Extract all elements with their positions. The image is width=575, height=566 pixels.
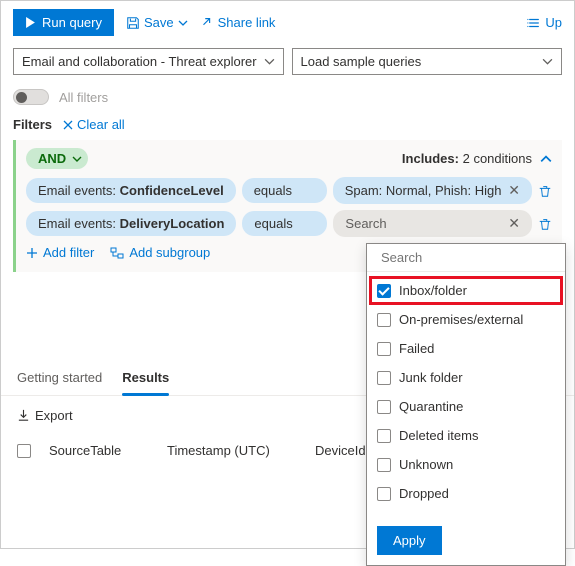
export-label: Export xyxy=(35,408,73,423)
clear-all-button[interactable]: Clear all xyxy=(62,117,125,132)
chevron-up-icon[interactable] xyxy=(540,153,552,165)
option-label: Quarantine xyxy=(399,399,463,414)
popover-option-list: Inbox/folder On-premises/external Failed Ju… xyxy=(367,272,565,516)
up-label: Up xyxy=(545,15,562,30)
all-filters-toggle[interactable] xyxy=(13,89,49,105)
option-checkbox[interactable] xyxy=(377,371,391,385)
scope-dropdown-label: Email and collaboration - Threat explore… xyxy=(22,54,257,69)
list-icon xyxy=(527,16,541,30)
add-subgroup-button[interactable]: Add subgroup xyxy=(110,245,210,260)
filters-label: Filters xyxy=(13,117,52,132)
filters-header: Filters Clear all xyxy=(1,115,574,140)
sample-queries-dropdown[interactable]: Load sample queries xyxy=(292,48,563,75)
column-header[interactable]: Timestamp (UTC) xyxy=(167,443,297,458)
delete-condition-icon[interactable] xyxy=(538,184,552,198)
run-query-label: Run query xyxy=(42,15,102,30)
chevron-down-icon xyxy=(178,18,188,28)
popover-search xyxy=(367,244,565,272)
popover-option[interactable]: Deleted items xyxy=(367,421,565,450)
popover-option[interactable]: Unknown xyxy=(367,450,565,479)
popover-search-input[interactable] xyxy=(381,250,557,265)
all-filters-row: All filters xyxy=(1,83,574,115)
condition-row: Email events: ConfidenceLevel equals Spa… xyxy=(26,177,552,204)
sample-dropdown-label: Load sample queries xyxy=(301,54,422,69)
group-operator-label: AND xyxy=(38,151,66,166)
group-operator-dropdown[interactable]: AND xyxy=(26,148,88,169)
clear-value-icon[interactable]: ✕ xyxy=(508,215,520,232)
option-checkbox[interactable] xyxy=(377,429,391,443)
option-checkbox[interactable] xyxy=(377,313,391,327)
run-query-button[interactable]: Run query xyxy=(13,9,114,36)
chevron-down-icon xyxy=(72,154,82,164)
scope-dropdown[interactable]: Email and collaboration - Threat explore… xyxy=(13,48,284,75)
clear-all-label: Clear all xyxy=(77,117,125,132)
option-label: Junk folder xyxy=(399,370,463,385)
option-label: Unknown xyxy=(399,457,453,472)
option-checkbox[interactable] xyxy=(377,400,391,414)
close-icon xyxy=(62,119,74,131)
save-label: Save xyxy=(144,15,174,30)
play-icon xyxy=(25,17,36,28)
add-filter-label: Add filter xyxy=(43,245,94,260)
share-icon xyxy=(200,16,214,30)
popover-option[interactable]: Inbox/folder xyxy=(371,278,561,303)
add-subgroup-label: Add subgroup xyxy=(129,245,210,260)
dropdown-row: Email and collaboration - Threat explore… xyxy=(1,44,574,83)
condition-value-pill[interactable]: Search ✕ xyxy=(333,210,532,237)
option-label: Deleted items xyxy=(399,428,478,443)
option-label: On-premises/external xyxy=(399,312,523,327)
apply-button[interactable]: Apply xyxy=(377,526,442,555)
popover-option[interactable]: On-premises/external xyxy=(367,305,565,334)
save-button[interactable]: Save xyxy=(126,15,188,30)
up-button[interactable]: Up xyxy=(527,15,562,30)
tab-results[interactable]: Results xyxy=(122,362,169,395)
option-checkbox[interactable] xyxy=(377,342,391,356)
condition-operator-pill[interactable]: equals xyxy=(242,211,327,236)
option-label: Dropped xyxy=(399,486,449,501)
includes-text: Includes: 2 conditions xyxy=(402,151,532,166)
select-all-checkbox[interactable] xyxy=(17,444,31,458)
save-icon xyxy=(126,16,140,30)
download-icon xyxy=(17,409,30,422)
option-label: Failed xyxy=(399,341,434,356)
option-label: Inbox/folder xyxy=(399,283,467,298)
chevron-down-icon xyxy=(542,56,553,67)
toolbar: Run query Save Share link Up xyxy=(1,1,574,44)
popover-option[interactable]: Dropped xyxy=(367,479,565,508)
popover-option[interactable]: Quarantine xyxy=(367,392,565,421)
plus-icon xyxy=(26,247,38,259)
add-filter-button[interactable]: Add filter xyxy=(26,245,94,260)
column-header[interactable]: SourceTable xyxy=(49,443,149,458)
share-link-button[interactable]: Share link xyxy=(200,15,276,30)
share-label: Share link xyxy=(218,15,276,30)
condition-field-pill[interactable]: Email events: DeliveryLocation xyxy=(26,211,236,236)
condition-row: Email events: DeliveryLocation equals Se… xyxy=(26,210,552,237)
subgroup-icon xyxy=(110,247,124,259)
option-checkbox[interactable] xyxy=(377,487,391,501)
all-filters-label: All filters xyxy=(59,90,108,105)
popover-option[interactable]: Junk folder xyxy=(367,363,565,392)
delete-condition-icon[interactable] xyxy=(538,217,552,231)
option-checkbox[interactable] xyxy=(377,458,391,472)
clear-value-icon[interactable]: ✕ xyxy=(508,182,520,199)
chevron-down-icon xyxy=(264,56,275,67)
condition-operator-pill[interactable]: equals xyxy=(242,178,327,203)
condition-field-pill[interactable]: Email events: ConfidenceLevel xyxy=(26,178,236,203)
condition-value-pill[interactable]: Spam: Normal, Phish: High ✕ xyxy=(333,177,532,204)
value-picker-popover: Inbox/folder On-premises/external Failed Ju… xyxy=(366,243,566,566)
option-checkbox[interactable] xyxy=(377,284,391,298)
popover-option[interactable]: Failed xyxy=(367,334,565,363)
tab-getting-started[interactable]: Getting started xyxy=(17,362,102,395)
